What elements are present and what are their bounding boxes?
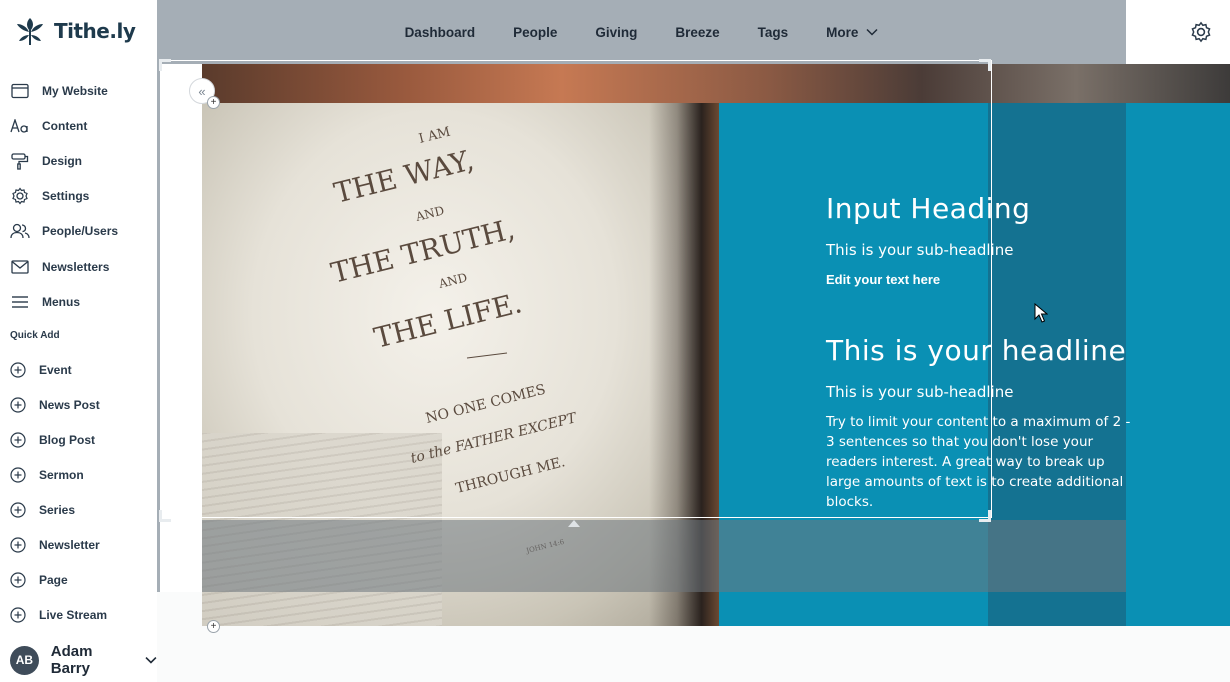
quick-add-sermon[interactable]: Sermon xyxy=(0,457,157,492)
sidebar-item-label: Content xyxy=(42,118,88,133)
quick-add-label: Live Stream xyxy=(39,608,108,623)
quick-add-label: Sermon xyxy=(39,467,84,482)
envelope-icon xyxy=(10,257,30,277)
section-dim-overlay xyxy=(157,520,1126,592)
sidebar-item-label: Newsletters xyxy=(42,259,110,274)
quick-add-heading: Quick Add xyxy=(10,330,60,341)
quick-add-live-stream[interactable]: Live Stream xyxy=(0,598,157,633)
brand-name: Tithe.ly xyxy=(54,19,136,43)
settings-gear-icon[interactable] xyxy=(1190,21,1212,48)
quick-add-label: Newsletter xyxy=(39,538,100,553)
add-block-below-button[interactable]: + xyxy=(207,620,220,633)
plus-circle-icon xyxy=(10,607,26,623)
text-aa-icon xyxy=(10,116,30,136)
nav-giving[interactable]: Giving xyxy=(595,25,637,40)
sidebar-item-my-website[interactable]: My Website xyxy=(0,73,157,108)
plus-circle-icon xyxy=(10,572,26,588)
sidebar-item-design[interactable]: Design xyxy=(0,143,157,178)
sidebar-item-settings[interactable]: Settings xyxy=(0,179,157,214)
selection-frame xyxy=(160,60,992,518)
quick-add-newsletter[interactable]: Newsletter xyxy=(0,527,157,562)
resize-handle-bottom-right[interactable] xyxy=(979,510,991,522)
nav-tags[interactable]: Tags xyxy=(758,25,789,40)
resize-handle-top-left[interactable] xyxy=(159,59,171,71)
avatar: AB xyxy=(10,645,39,675)
chevron-down-icon xyxy=(866,28,878,36)
quick-add-label: Page xyxy=(39,573,68,588)
user-menu[interactable]: AB Adam Barry xyxy=(10,643,157,677)
sidebar-item-label: My Website xyxy=(42,83,108,98)
page-canvas: I AM THE WAY, AND THE TRUTH, AND THE LIF… xyxy=(157,59,1230,682)
people-icon xyxy=(10,221,30,241)
tithely-leaf-icon xyxy=(17,18,43,45)
quick-add-page[interactable]: Page xyxy=(0,563,157,598)
sidebar-item-label: People/Users xyxy=(42,224,119,239)
plus-circle-icon xyxy=(10,502,26,518)
move-up-handle[interactable] xyxy=(568,520,580,527)
brand-logo[interactable]: Tithe.ly xyxy=(14,16,136,46)
resize-handle-bottom-left[interactable] xyxy=(159,510,171,522)
gear-icon xyxy=(10,186,30,206)
nav-breeze[interactable]: Breeze xyxy=(675,25,719,40)
quick-add-label: Series xyxy=(39,502,76,517)
paint-roller-icon xyxy=(10,151,30,171)
sidebar-item-menus[interactable]: Menus xyxy=(0,284,157,319)
quick-add-label: Event xyxy=(39,362,72,377)
quick-add-event[interactable]: Event xyxy=(0,352,157,387)
plus-circle-icon xyxy=(10,432,26,448)
hamburger-menu-icon xyxy=(10,292,30,312)
add-block-above-button[interactable]: + xyxy=(207,96,220,109)
resize-handle-top-right[interactable] xyxy=(979,59,991,71)
nav-more-label: More xyxy=(826,24,859,40)
quick-add-blog-post[interactable]: Blog Post xyxy=(0,422,157,457)
quick-add-label: Blog Post xyxy=(39,432,95,447)
sidebar: Tithe.ly My Website Content Design Setti… xyxy=(0,0,157,682)
sidebar-nav: My Website Content Design Settings Peopl… xyxy=(0,73,157,319)
sidebar-item-label: Menus xyxy=(42,294,81,309)
nav-dashboard[interactable]: Dashboard xyxy=(405,25,476,40)
nav-people[interactable]: People xyxy=(513,25,557,40)
quick-add-series[interactable]: Series xyxy=(0,492,157,527)
browser-window-icon xyxy=(10,81,30,101)
chevron-down-icon xyxy=(145,656,157,664)
quick-add-list: Event News Post Blog Post Sermon Series … xyxy=(0,352,157,633)
sidebar-item-people-users[interactable]: People/Users xyxy=(0,214,157,249)
nav-more[interactable]: More xyxy=(826,25,878,40)
top-nav: Dashboard People Giving Breeze Tags More xyxy=(157,0,1126,64)
plus-circle-icon xyxy=(10,537,26,553)
sidebar-item-content[interactable]: Content xyxy=(0,108,157,143)
mouse-cursor-icon xyxy=(1034,303,1048,323)
quick-add-label: News Post xyxy=(39,397,100,412)
quick-add-news-post[interactable]: News Post xyxy=(0,387,157,422)
plus-circle-icon xyxy=(10,397,26,413)
sidebar-item-label: Design xyxy=(42,153,83,168)
plus-circle-icon xyxy=(10,361,26,378)
double-chevron-left-icon: « xyxy=(198,83,206,99)
sidebar-item-newsletters[interactable]: Newsletters xyxy=(0,249,157,284)
user-name: Adam Barry xyxy=(50,643,93,677)
sidebar-item-label: Settings xyxy=(42,189,90,204)
plus-circle-icon xyxy=(10,467,26,483)
